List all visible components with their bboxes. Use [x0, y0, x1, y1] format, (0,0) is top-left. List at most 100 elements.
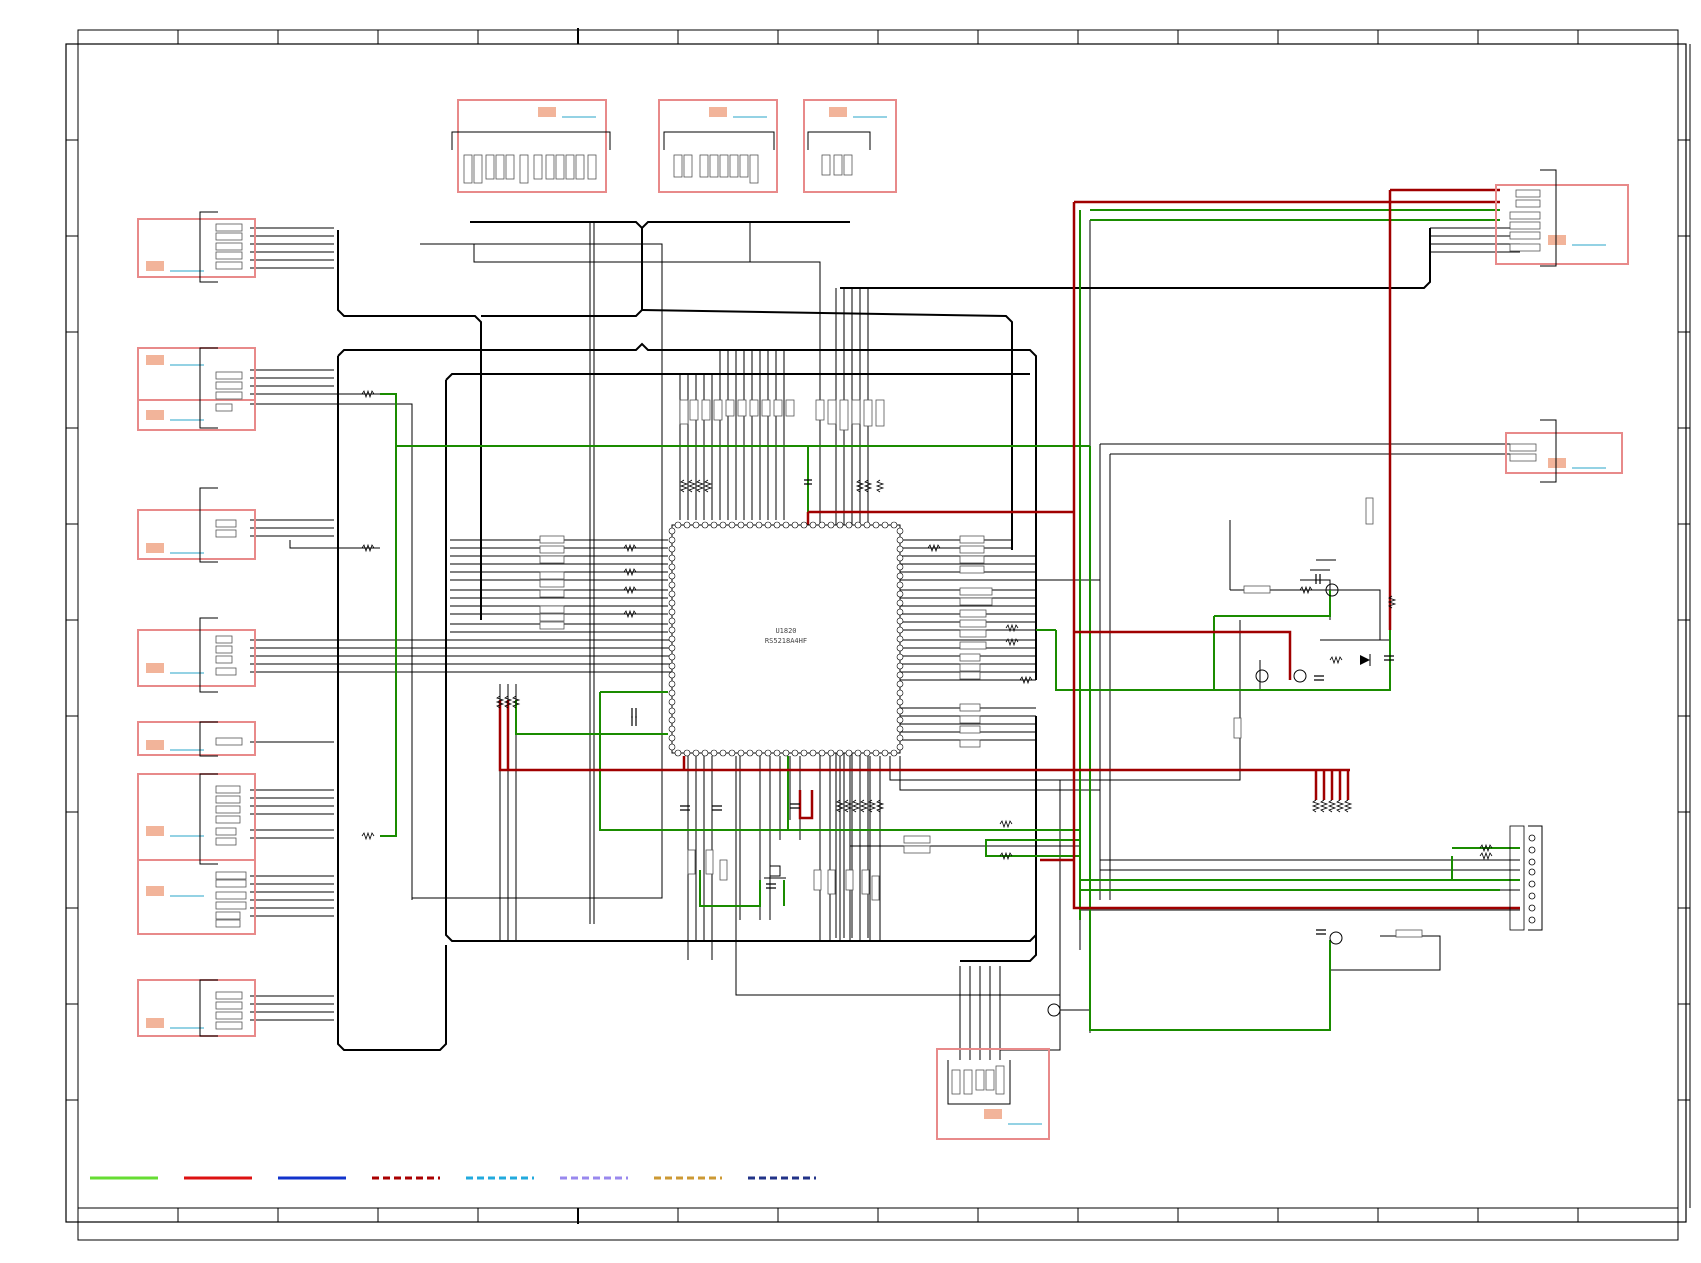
- ic-pin: [668, 671, 676, 679]
- ic-pin: [896, 716, 904, 724]
- left-connector-pins: [215, 223, 247, 1030]
- ic-pin: [881, 749, 889, 757]
- ic-pin: [896, 734, 904, 742]
- ic-pin: [845, 749, 853, 757]
- ic-pin: [896, 572, 904, 580]
- ic-pin: [728, 521, 736, 529]
- ic-pin: [668, 689, 676, 697]
- ic-pin: [896, 563, 904, 571]
- frame-right-ticks: [1678, 44, 1691, 1208]
- ic-pin: [668, 662, 676, 670]
- ic-pin: [896, 689, 904, 697]
- top-connector-1-pins: [463, 154, 597, 184]
- ic-pin: [692, 749, 700, 757]
- ic-pin: [683, 749, 691, 757]
- ic-pin: [896, 653, 904, 661]
- ic-reference: U1820: [775, 627, 796, 635]
- ic-pin: [668, 698, 676, 706]
- frame-left-ticks: [66, 44, 79, 1208]
- ic-pin: [668, 716, 676, 724]
- crystal: [764, 865, 786, 879]
- ic-pin: [896, 527, 904, 535]
- ic-pin: [896, 626, 904, 634]
- header-connector-right: [1509, 825, 1536, 931]
- ic-pin: [710, 749, 718, 757]
- ic-pin: [872, 521, 880, 529]
- ic-pin: [896, 608, 904, 616]
- ic-pin: [668, 626, 676, 634]
- ic-pin: [800, 749, 808, 757]
- ic-pin: [896, 725, 904, 733]
- ic-pin: [668, 644, 676, 652]
- ic-pin: [836, 521, 844, 529]
- ic-pin: [890, 521, 898, 529]
- ic-pin: [896, 536, 904, 544]
- ic-pin: [755, 749, 763, 757]
- ic-pin: [668, 581, 676, 589]
- ic-pin: [674, 521, 682, 529]
- ic-pin: [668, 563, 676, 571]
- ic-pin: [764, 521, 772, 529]
- ic-pin: [896, 644, 904, 652]
- ic-pin: [746, 749, 754, 757]
- ic-pin: [668, 545, 676, 553]
- ic-pin: [809, 749, 817, 757]
- ic-pin: [818, 749, 826, 757]
- ic-pin: [668, 743, 676, 751]
- ic-pin: [896, 680, 904, 688]
- ic-pin: [896, 635, 904, 643]
- ic-pin: [668, 680, 676, 688]
- ic-pin: [896, 599, 904, 607]
- ic-pin: [896, 590, 904, 598]
- transistors: [1047, 583, 1343, 1017]
- ic-pin: [668, 725, 676, 733]
- ic-pin: [683, 521, 691, 529]
- ic-pin: [737, 749, 745, 757]
- ic-pin: [773, 749, 781, 757]
- ic-pin: [701, 521, 709, 529]
- ic-part-number: RS5218A4HF: [765, 637, 807, 645]
- ic-pin: [827, 749, 835, 757]
- series-resistors: [361, 389, 1493, 861]
- ic-pin: [728, 749, 736, 757]
- ic-pin: [872, 749, 880, 757]
- ic-pin: [764, 749, 772, 757]
- ic-pin: [854, 521, 862, 529]
- ic-pin: [791, 521, 799, 529]
- ic-pin: [800, 521, 808, 529]
- ic-pin: [668, 527, 676, 535]
- ic-pin: [782, 749, 790, 757]
- ic-pin: [896, 617, 904, 625]
- ic-pin: [896, 698, 904, 706]
- ic-pin: [668, 653, 676, 661]
- main-ic-u1820: U1820 RS5218A4HF: [668, 521, 904, 757]
- ic-pin: [719, 749, 727, 757]
- ic-pin: [668, 554, 676, 562]
- ic-pin: [845, 521, 853, 529]
- ic-pin: [668, 590, 676, 598]
- ic-pin: [881, 521, 889, 529]
- ic-pin: [863, 749, 871, 757]
- ic-pin: [896, 662, 904, 670]
- ic-pin: [854, 749, 862, 757]
- ic-pin: [737, 521, 745, 529]
- ic-pin: [668, 635, 676, 643]
- ic-pin: [827, 521, 835, 529]
- ic-pin: [719, 521, 727, 529]
- ic-pin: [668, 608, 676, 616]
- red-nets: [498, 188, 1520, 910]
- ic-pin: [668, 599, 676, 607]
- ic-pin: [668, 572, 676, 580]
- ic-pin: [896, 707, 904, 715]
- ic-pin: [782, 521, 790, 529]
- ic-pin: [896, 581, 904, 589]
- ic-pin: [668, 707, 676, 715]
- ic-pin: [863, 521, 871, 529]
- schematic-sheet: U1820 RS5218A4HF: [65, 28, 1691, 1241]
- ic-pin: [896, 743, 904, 751]
- ic-pin: [692, 521, 700, 529]
- ic-pin: [668, 617, 676, 625]
- ic-pin: [773, 521, 781, 529]
- top-connector-3-pins: [821, 154, 853, 176]
- ic-pin: [896, 671, 904, 679]
